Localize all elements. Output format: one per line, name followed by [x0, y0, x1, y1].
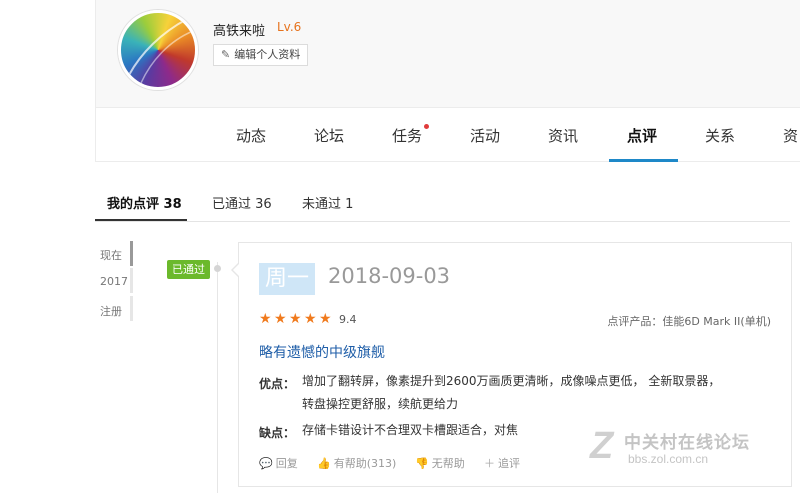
timeline-register[interactable]: 注册 [100, 303, 122, 319]
timeline-line [217, 262, 218, 493]
follow-up-label: 追评 [498, 457, 520, 470]
pros-label: 优点： [259, 377, 296, 391]
tab-news[interactable]: 资讯 [548, 125, 578, 146]
cons-text: 存储卡错设计不合理双卡槽跟适合，对焦 [302, 423, 519, 437]
edit-profile-button[interactable]: ✎ 编辑个人资料 [213, 44, 309, 66]
unhelpful-button[interactable]: 👎 无帮助 [415, 455, 465, 471]
star-icon: ★ [274, 311, 287, 327]
tab-passed[interactable]: 已通过 36 [212, 193, 272, 212]
status-badge: 已通过 [167, 260, 210, 279]
helpful-button[interactable]: 👍 有帮助(313) [317, 455, 396, 471]
plus-icon: ＋ [484, 457, 495, 470]
star-rating: ★ ★ ★ ★ ★ [259, 312, 333, 326]
tab-rejected[interactable]: 未通过 1 [302, 193, 353, 212]
active-subtab-indicator [95, 219, 187, 221]
profile-header: 高铁来啦 Lv.6 ✎ 编辑个人资料 动态 论坛 任务 活动 资讯 点评 关系 … [95, 0, 800, 162]
cons-label: 缺点： [259, 426, 296, 440]
timeline-2017[interactable]: 2017 [100, 275, 128, 288]
reply-button[interactable]: 💬 回复 [259, 455, 298, 471]
watermark-url: bbs.zol.com.cn [628, 452, 709, 466]
star-icon: ★ [319, 311, 332, 327]
tab-forum[interactable]: 论坛 [314, 125, 344, 146]
timeline-marker-active [130, 241, 133, 266]
review-title[interactable]: 略有遗憾的中级旗舰 [259, 342, 385, 362]
profile-nav-tabs: 动态 论坛 任务 活动 资讯 点评 关系 资 [96, 108, 800, 162]
review-score: 9.4 [339, 313, 357, 326]
watermark: Z 中关村在线论坛 bbs.zol.com.cn [590, 425, 790, 473]
review-filter-tabs: 我的点评 38 已通过 36 未通过 1 [95, 180, 790, 222]
edit-profile-label: 编辑个人资料 [234, 48, 301, 61]
notification-dot [424, 124, 429, 129]
reviewed-product[interactable]: 点评产品：佳能6D Mark II(单机) [607, 313, 771, 329]
comment-icon: 💬 [259, 456, 273, 470]
reply-label: 回复 [275, 457, 298, 470]
thumbs-up-icon: 👍 [317, 456, 331, 470]
star-icon: ★ [289, 311, 302, 327]
tab-tasks[interactable]: 任务 [392, 125, 422, 146]
star-icon: ★ [259, 311, 272, 327]
watermark-logo: Z [590, 425, 614, 467]
pros-text: 增加了翻转屏，像素提升到2600万画质更清晰，成像噪点更低， 全新取景器， 转盘… [302, 370, 782, 416]
timeline-now[interactable]: 现在 [100, 247, 122, 263]
star-icon: ★ [304, 311, 317, 327]
avatar[interactable] [118, 10, 198, 90]
tab-more[interactable]: 资 [783, 125, 798, 146]
pros-line: 转盘操控更舒服，续航更给力 [302, 397, 459, 411]
pros-line: 增加了翻转屏，像素提升到2600万画质更清晰，成像噪点更低， 全新取景器， [302, 374, 721, 388]
tab-reviews[interactable]: 点评 [627, 125, 657, 146]
tab-dynamics[interactable]: 动态 [236, 125, 266, 146]
username[interactable]: 高铁来啦 [213, 20, 265, 39]
timeline-marker [130, 268, 133, 293]
user-level: Lv.6 [277, 20, 302, 34]
tab-relations[interactable]: 关系 [705, 125, 735, 146]
review-date: 2018-09-03 [328, 264, 451, 288]
helpful-label: 有帮助(313) [333, 457, 397, 470]
unhelpful-label: 无帮助 [431, 457, 465, 470]
timeline-marker [130, 296, 133, 321]
watermark-name: 中关村在线论坛 [624, 433, 750, 453]
pencil-icon: ✎ [221, 48, 231, 61]
profile-banner [96, 0, 800, 108]
follow-up-button[interactable]: ＋ 追评 [484, 455, 520, 471]
timeline-dot [214, 265, 221, 272]
tab-activities[interactable]: 活动 [470, 125, 500, 146]
active-tab-indicator [609, 159, 678, 162]
card-pointer-inner [233, 264, 239, 276]
thumbs-down-icon: 👎 [415, 456, 429, 470]
tab-my-reviews[interactable]: 我的点评 38 [107, 193, 182, 212]
review-weekday: 周一 [259, 263, 316, 295]
